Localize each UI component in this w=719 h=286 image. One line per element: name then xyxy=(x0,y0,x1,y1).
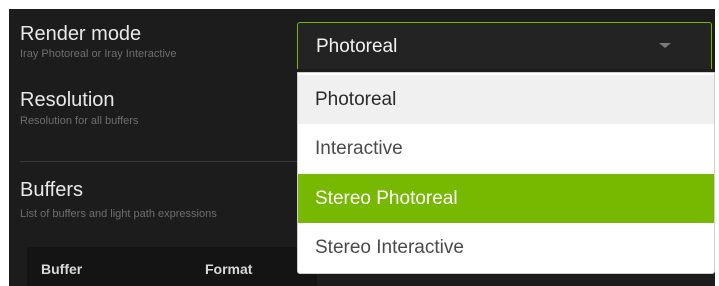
option-interactive[interactable]: Interactive xyxy=(298,124,714,173)
buffers-description: List of buffers and light path expressio… xyxy=(20,208,217,220)
buffers-table: Buffer Format xyxy=(27,247,317,286)
render-mode-dropdown: Photoreal Interactive Stereo Photoreal S… xyxy=(297,72,715,274)
render-mode-label: Render mode xyxy=(20,23,142,45)
option-photoreal[interactable]: Photoreal xyxy=(298,75,714,124)
render-mode-select-value: Photoreal xyxy=(316,36,398,57)
resolution-description: Resolution for all buffers xyxy=(20,115,139,127)
option-stereo-photoreal[interactable]: Stereo Photoreal xyxy=(298,174,714,223)
column-header-format: Format xyxy=(205,261,253,277)
column-header-buffer: Buffer xyxy=(41,261,83,277)
resolution-label: Resolution xyxy=(20,89,115,111)
render-mode-description: Iray Photoreal or Iray Interactive xyxy=(20,48,177,60)
render-mode-select[interactable]: Photoreal xyxy=(297,22,712,69)
section-divider xyxy=(20,161,300,162)
option-stereo-interactive[interactable]: Stereo Interactive xyxy=(298,223,714,272)
buffers-label: Buffers xyxy=(20,179,83,201)
chevron-down-icon[interactable] xyxy=(659,43,671,48)
